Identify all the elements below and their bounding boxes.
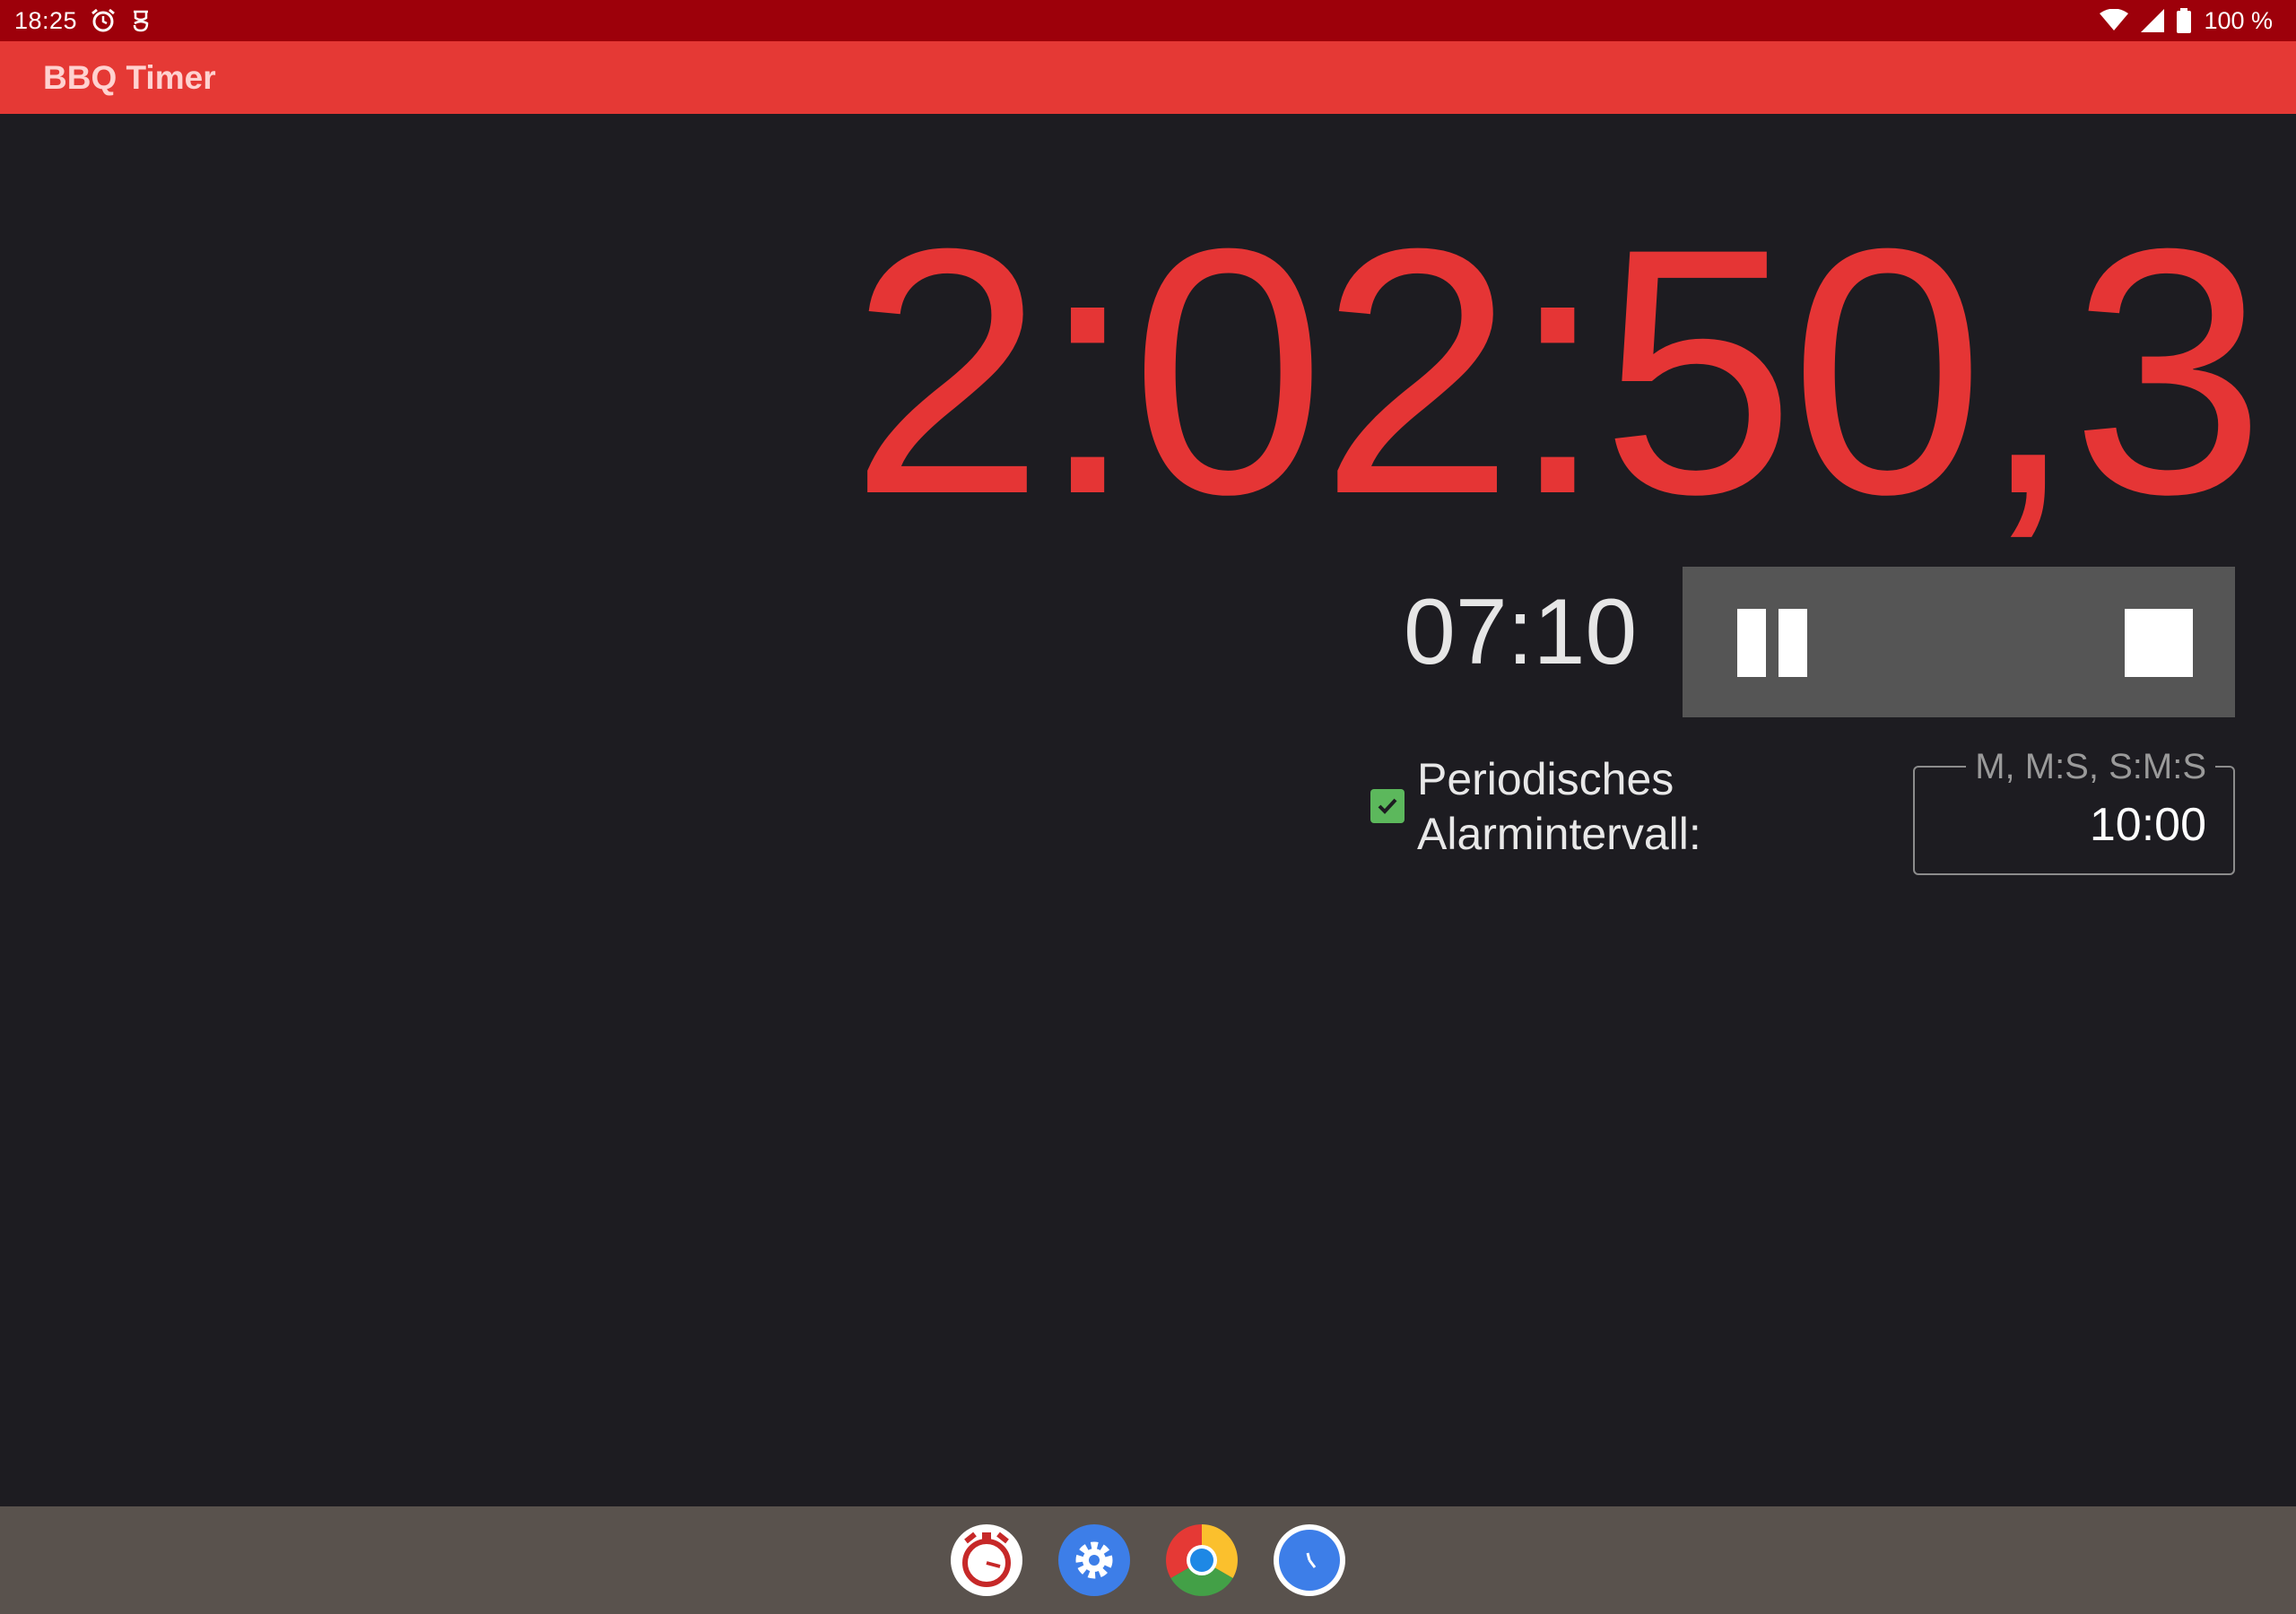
taskbar <box>0 1506 2296 1614</box>
timer-control-panel <box>1683 567 2235 717</box>
bbq-timer-app-icon[interactable] <box>951 1524 1022 1596</box>
battery-icon <box>2177 8 2192 33</box>
periodic-alarm-label-line1: Periodisches <box>1417 754 1674 804</box>
pause-icon <box>1737 609 1766 677</box>
main-content: 2:02:50,3 07:10 Periodisches Alarminterv… <box>0 114 2296 1506</box>
alarm-clock-icon <box>90 7 117 34</box>
clock-app-icon[interactable] <box>1274 1524 1345 1596</box>
status-bar-left: 18:25 <box>14 7 152 35</box>
alarm-interval-value: 10:00 <box>2089 799 2206 851</box>
periodic-alarm-label-line2: Alarmintervall: <box>1417 809 1701 859</box>
screen: 18:25 100 % BBQ Timer 2:02:50,3 07:10 Pe… <box>0 0 2296 1614</box>
chrome-app-icon[interactable] <box>1166 1524 1238 1596</box>
app-title: BBQ Timer <box>43 58 216 96</box>
stop-icon <box>2125 609 2193 677</box>
status-bar: 18:25 100 % <box>0 0 2296 41</box>
alarm-interval-hint: M, M:S, S:M:S <box>1966 746 2215 787</box>
pause-icon-bar <box>1779 609 1807 677</box>
status-time: 18:25 <box>14 6 78 34</box>
wifi-icon <box>2100 9 2129 32</box>
notification-icon <box>129 7 152 34</box>
periodic-alarm-label[interactable]: Periodisches Alarmintervall: <box>1417 752 1794 862</box>
countdown-display: 07:10 <box>1404 580 1638 684</box>
pause-button[interactable] <box>1732 603 1813 683</box>
signal-icon <box>2141 9 2165 32</box>
elapsed-time-display: 2:02:50,3 <box>849 176 2266 567</box>
alarm-interval-input[interactable]: M, M:S, S:M:S 10:00 <box>1913 746 2235 875</box>
check-icon <box>1378 798 1397 814</box>
periodic-alarm-checkbox[interactable] <box>1370 789 1405 823</box>
stop-button[interactable] <box>2118 603 2199 683</box>
app-bar: BBQ Timer <box>0 41 2296 114</box>
battery-percentage: 100 % <box>2204 6 2273 34</box>
settings-app-icon[interactable] <box>1058 1524 1130 1596</box>
status-bar-right: 100 % <box>2100 7 2273 35</box>
